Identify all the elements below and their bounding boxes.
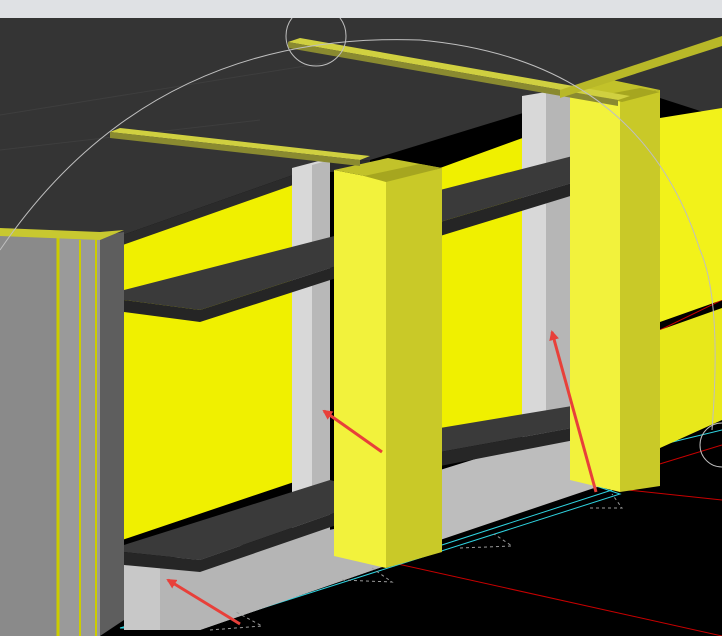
column-right	[570, 80, 660, 492]
3d-viewport[interactable]	[0, 18, 722, 636]
window-top-bar	[0, 0, 722, 19]
wall-far-right	[660, 108, 722, 322]
scene-canvas[interactable]	[0, 18, 722, 636]
column-left	[334, 158, 442, 568]
end-wall-left	[0, 228, 124, 636]
